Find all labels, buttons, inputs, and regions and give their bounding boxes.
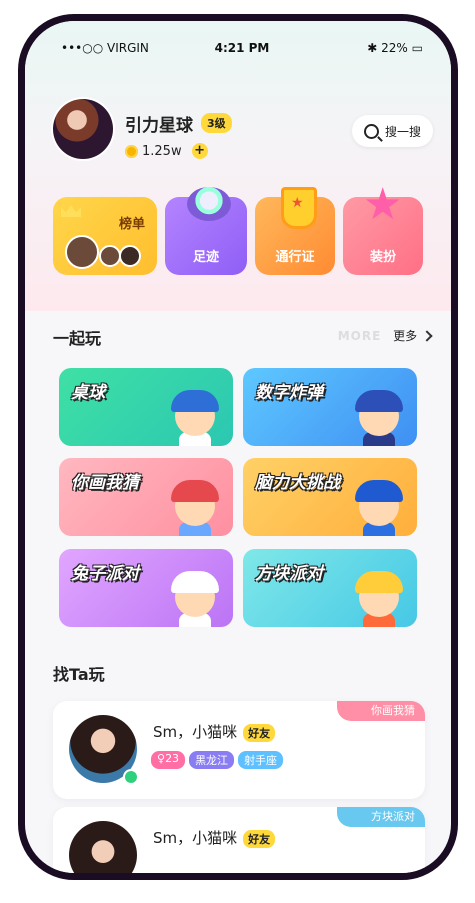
leaderboard-avatar [99, 245, 121, 267]
tile-label: 装扮 [369, 250, 396, 265]
city-chip: 黑龙江 [189, 751, 235, 769]
crown-icon [61, 205, 81, 217]
section-title-play: 一起玩 [53, 329, 102, 348]
more-ghost-text: MORE [337, 329, 382, 343]
search-label: 搜一搜 [384, 124, 421, 139]
tile-label: 足迹 [192, 250, 219, 265]
female-icon: ♀ [157, 752, 166, 765]
star-icon: ★ [363, 179, 403, 230]
game-title: 脑力大挑战 [255, 473, 340, 493]
coin-amount: 1.25w [142, 143, 182, 159]
more-link[interactable]: MORE 更多 [337, 327, 433, 344]
game-card-bunny-party[interactable]: 兔子派对 [59, 549, 233, 627]
game-title: 兔子派对 [71, 564, 139, 584]
status-right: ✱ 22% ▭ [367, 41, 423, 55]
medal-icon [281, 187, 317, 229]
character-illustration [351, 388, 407, 446]
battery-label: 22% [381, 41, 408, 55]
game-card-brain-challenge[interactable]: 脑力大挑战 [243, 458, 417, 536]
plus-icon[interactable]: + [191, 143, 208, 159]
game-title: 桌球 [71, 383, 105, 403]
battery-icon: ▭ [411, 41, 423, 55]
more-label: 更多 [393, 329, 418, 343]
coin-icon [125, 144, 138, 158]
ufo-icon [187, 187, 231, 221]
search-button[interactable]: 搜一搜 [351, 115, 433, 147]
friend-name: Sm，小猫咪 [153, 829, 238, 847]
friend-card[interactable]: Sm，小猫咪 好友 方块派对 [53, 807, 425, 873]
friend-name-row: Sm，小猫咪 好友 [153, 721, 276, 742]
character-illustration [167, 388, 223, 446]
friend-name-row: Sm，小猫咪 好友 [153, 827, 276, 848]
tile-label: 榜单 [118, 217, 145, 232]
game-card-block-party[interactable]: 方块派对 [243, 549, 417, 627]
coin-balance: 1.25w + [125, 143, 208, 159]
game-title: 方块派对 [255, 564, 323, 584]
game-title: 你画我猜 [71, 473, 139, 493]
app-screen: •••○○ VIRGIN 4:21 PM ✱ 22% ▭ 引力星球 3级 1.2… [25, 21, 451, 873]
avatar[interactable] [53, 99, 113, 159]
character-illustration [351, 569, 407, 627]
game-card-number-bomb[interactable]: 数字炸弹 [243, 368, 417, 446]
playing-game-tag: 你画我猜 [337, 701, 425, 721]
game-card-draw-guess[interactable]: 你画我猜 [59, 458, 233, 536]
friend-badge: 好友 [243, 830, 276, 848]
age-chip: ♀23 [151, 751, 186, 769]
phone-frame: •••○○ VIRGIN 4:21 PM ✱ 22% ▭ 引力星球 3级 1.2… [18, 14, 458, 880]
character-illustration [351, 478, 407, 536]
friend-tags: ♀23 黑龙江 射手座 [151, 751, 284, 769]
status-bar: •••○○ VIRGIN 4:21 PM ✱ 22% ▭ [61, 41, 423, 59]
zodiac-chip: 射手座 [238, 751, 284, 769]
search-icon [363, 123, 379, 139]
chevron-right-icon [421, 330, 433, 342]
leaderboard-avatar [65, 235, 99, 269]
tile-leaderboard[interactable]: 榜单 [53, 197, 157, 275]
tile-dressup[interactable]: ★ 装扮 [343, 183, 423, 275]
bluetooth-icon: ✱ [367, 41, 378, 55]
character-illustration [167, 569, 223, 627]
friend-card[interactable]: Sm，小猫咪 好友 ♀23 黑龙江 射手座 你画我猜 [53, 701, 425, 799]
leaderboard-avatar [119, 245, 141, 267]
playing-game-tag: 方块派对 [337, 807, 425, 827]
game-card-billiards[interactable]: 桌球 [59, 368, 233, 446]
online-indicator [123, 769, 139, 785]
avatar[interactable] [69, 821, 137, 873]
age-value: 23 [165, 752, 180, 765]
tile-pass[interactable]: 通行证 [255, 187, 335, 275]
nickname: 引力星球 [125, 116, 193, 136]
tile-label: 通行证 [275, 250, 315, 265]
tile-footprint[interactable]: 足迹 [165, 187, 247, 275]
game-title: 数字炸弹 [255, 383, 323, 403]
level-badge: 3级 [201, 113, 232, 133]
character-illustration [167, 478, 223, 536]
friend-badge: 好友 [243, 724, 276, 742]
friend-name: Sm，小猫咪 [153, 723, 238, 741]
section-title-find: 找Ta玩 [53, 665, 105, 684]
